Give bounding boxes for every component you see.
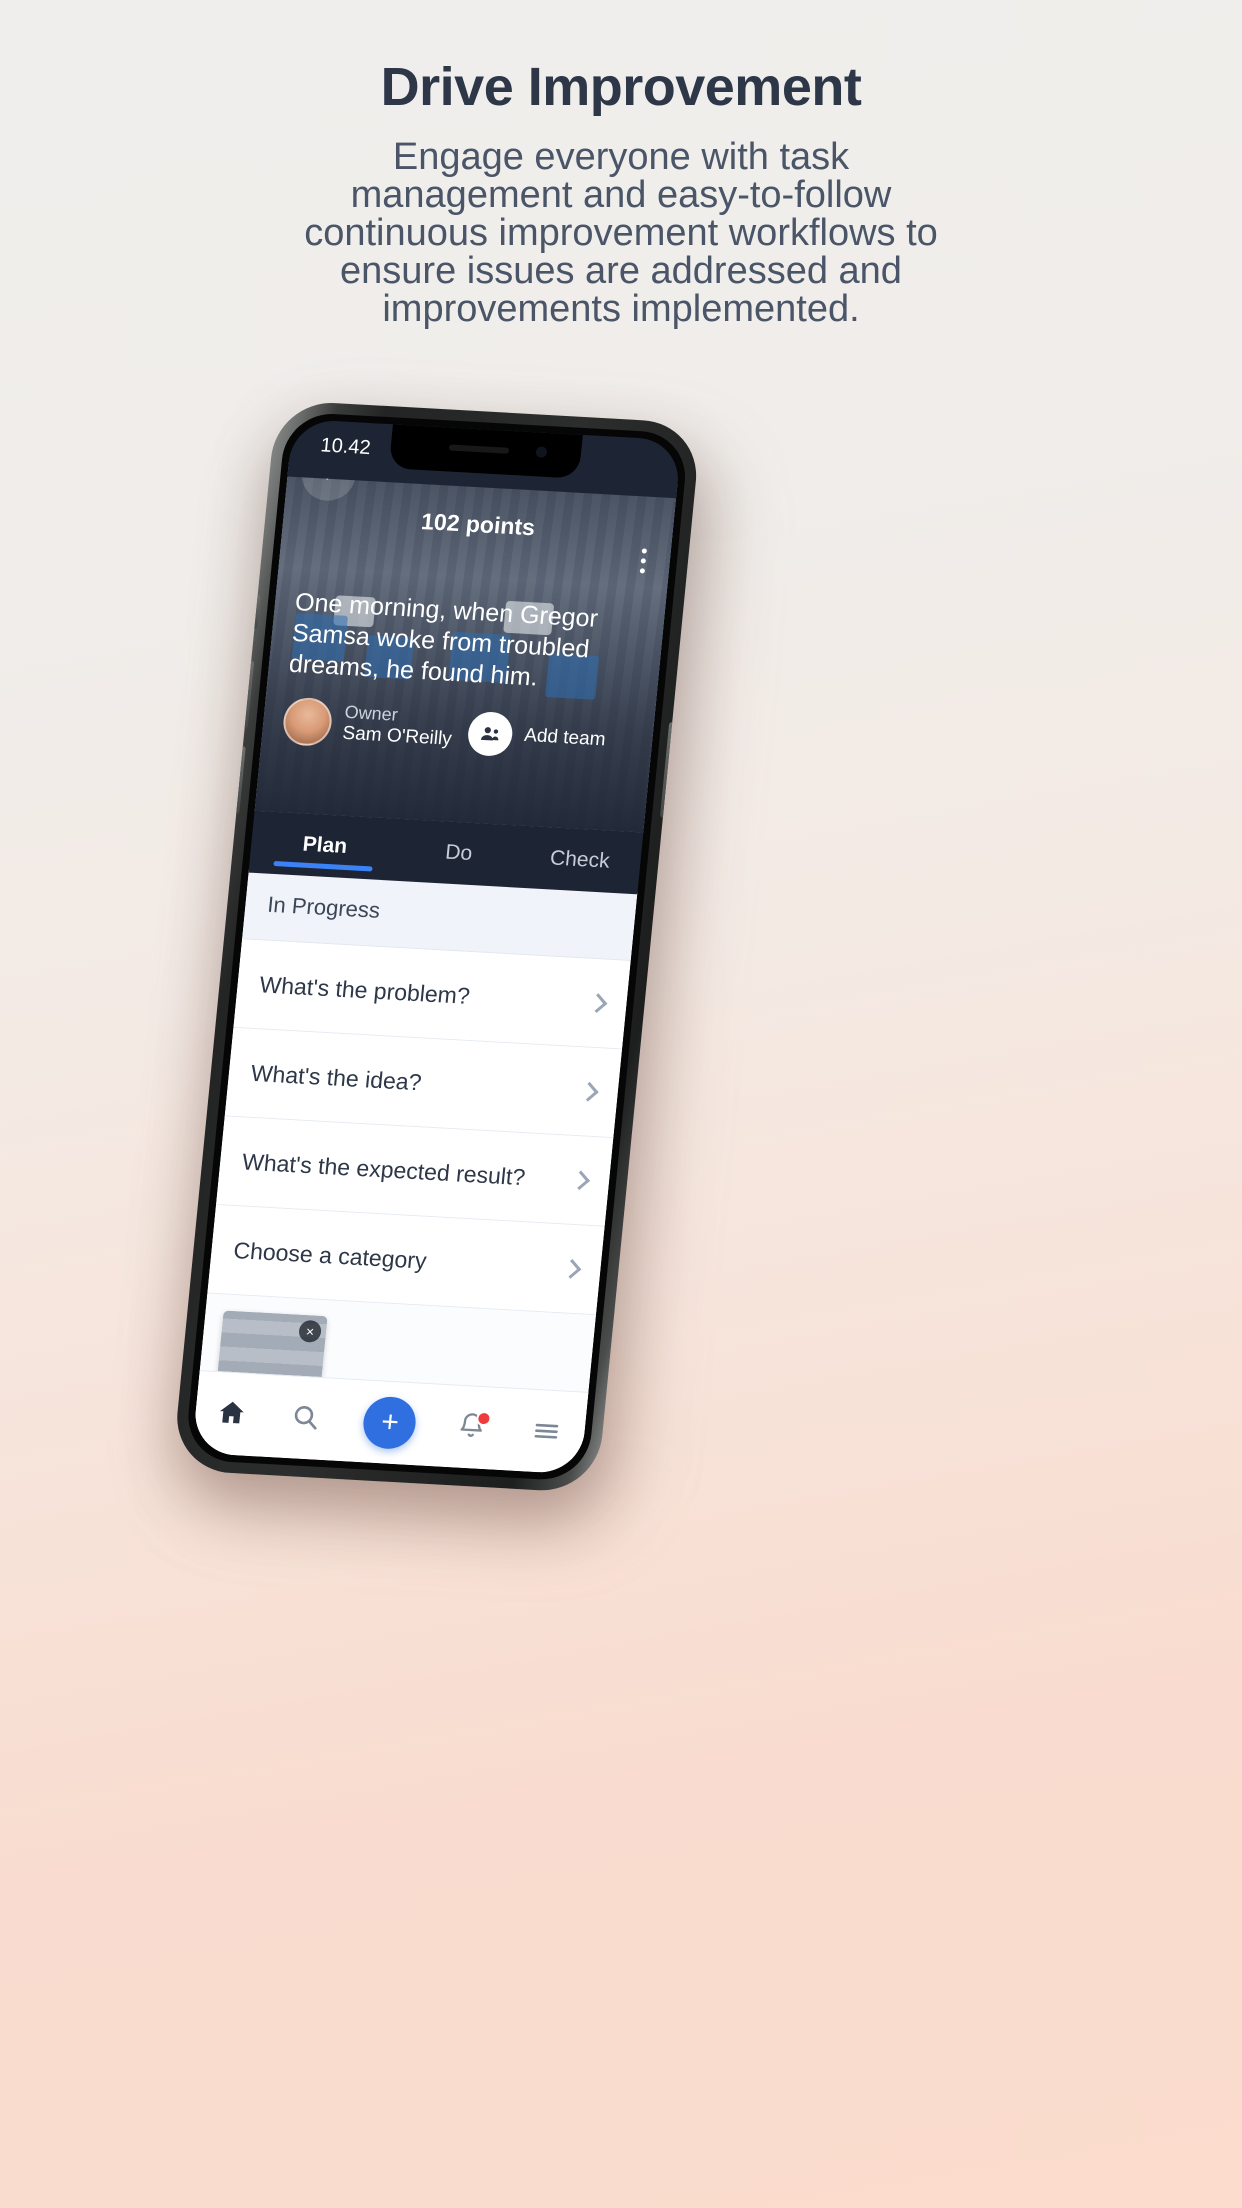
volume-up-button[interactable]	[240, 660, 255, 729]
add-team-button[interactable]: Add team	[466, 710, 608, 762]
phone-mockup: 10.42 102 points One morning, when Grego…	[168, 399, 737, 1540]
front-camera-icon	[534, 446, 547, 458]
chevron-right-icon	[561, 1259, 582, 1279]
volume-down-button[interactable]	[232, 745, 246, 815]
subtitle-line: Engage everyone with task	[392, 136, 850, 178]
subtitle-line: improvements implemented.	[382, 288, 860, 330]
chevron-right-icon	[570, 1170, 590, 1191]
phone-screen: 10.42 102 points One morning, when Grego…	[191, 418, 682, 1475]
earpiece-speaker	[448, 444, 509, 454]
subtitle-line: continuous improvement workflows to	[304, 212, 938, 254]
list-item-label: What's the problem?	[258, 970, 472, 1009]
page-subtitle: Engage everyone with task management and…	[171, 138, 1071, 328]
remove-attachment-button[interactable]: ×	[297, 1319, 323, 1343]
owner-name: Sam O'Reilly	[341, 723, 453, 751]
notification-badge	[475, 1410, 493, 1427]
menu-icon[interactable]	[530, 1415, 565, 1449]
list-item-label: What's the expected result?	[241, 1147, 527, 1190]
issue-description: One morning, when Gregor Samsa woke from…	[287, 588, 600, 692]
chevron-right-icon	[587, 993, 608, 1014]
silent-switch-button[interactable]	[251, 594, 261, 629]
search-icon[interactable]	[289, 1401, 324, 1435]
chevron-right-icon	[578, 1081, 599, 1102]
add-team-icon	[466, 710, 515, 758]
avatar	[281, 696, 334, 747]
bell-icon[interactable]	[456, 1410, 493, 1445]
subtitle-line: management and easy-to-follow	[350, 174, 892, 216]
tab-do[interactable]: Do	[397, 838, 520, 869]
status-bar-time: 10.42	[319, 434, 372, 460]
subtitle-line: ensure issues are addressed and	[340, 250, 902, 292]
tab-plan[interactable]: Plan	[250, 830, 399, 862]
add-team-label: Add team	[523, 724, 607, 751]
list-item-label: What's the idea?	[249, 1059, 423, 1095]
list-item-label: Choose a category	[232, 1236, 428, 1274]
owner-row[interactable]: Owner Sam O'Reilly	[281, 696, 455, 754]
tab-check[interactable]: Check	[518, 845, 641, 876]
home-icon[interactable]	[215, 1397, 250, 1431]
owner-meta: Owner Sam O'Reilly	[341, 702, 454, 752]
add-button[interactable]: +	[361, 1395, 419, 1451]
page-title: Drive Improvement	[380, 57, 862, 117]
